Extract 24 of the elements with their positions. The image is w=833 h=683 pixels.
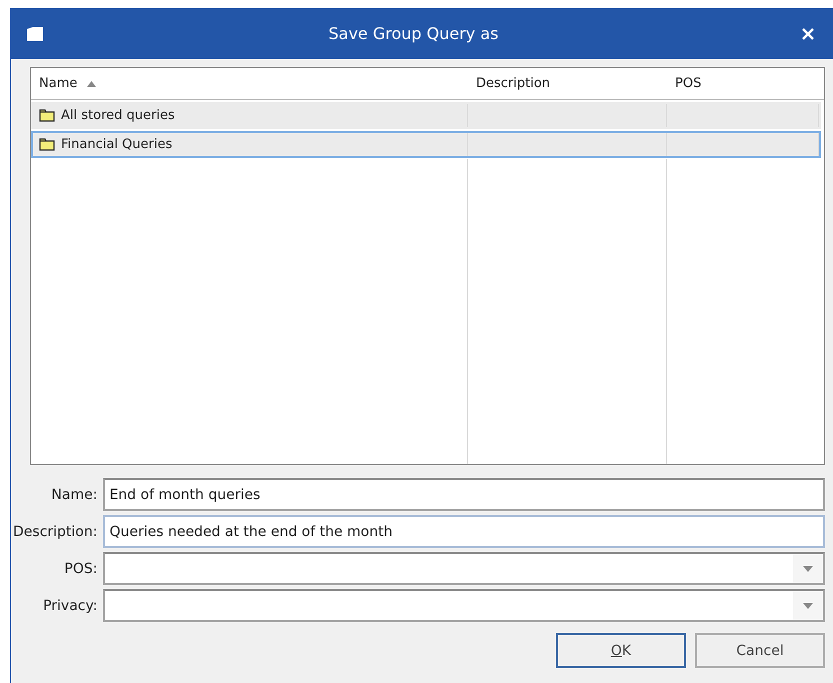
column-header[interactable]: Description xyxy=(468,68,667,99)
window-title: Save Group Query as xyxy=(327,24,500,43)
column-header[interactable]: POS xyxy=(667,68,824,99)
field-label: Name: xyxy=(50,486,98,502)
field-label: POS: xyxy=(63,560,98,576)
field-label: Description: xyxy=(13,524,98,540)
table-row[interactable]: All stored queries xyxy=(31,102,821,129)
dropdown-field[interactable] xyxy=(103,589,825,622)
ok-button[interactable]: OK xyxy=(556,633,686,668)
dropdown-field[interactable] xyxy=(103,552,825,585)
folder-icon xyxy=(39,109,55,122)
folder-icon xyxy=(39,138,55,151)
column-header[interactable]: Name xyxy=(31,68,468,99)
cell-text: Financial Queries xyxy=(61,137,172,152)
close-icon xyxy=(801,26,815,40)
cell-text: All stored queries xyxy=(61,108,175,123)
dropdown-arrow-icon xyxy=(803,602,813,608)
table-row[interactable]: Financial Queries xyxy=(31,131,821,158)
dropdown-arrow-icon xyxy=(803,566,813,572)
input-field[interactable]: End of month queries xyxy=(103,478,825,511)
input-field[interactable]: Queries needed at the end of the month xyxy=(103,515,825,548)
folder-icon xyxy=(26,26,44,42)
cancel-button[interactable]: Cancel xyxy=(695,633,825,668)
field-label: Privacy: xyxy=(42,598,98,614)
